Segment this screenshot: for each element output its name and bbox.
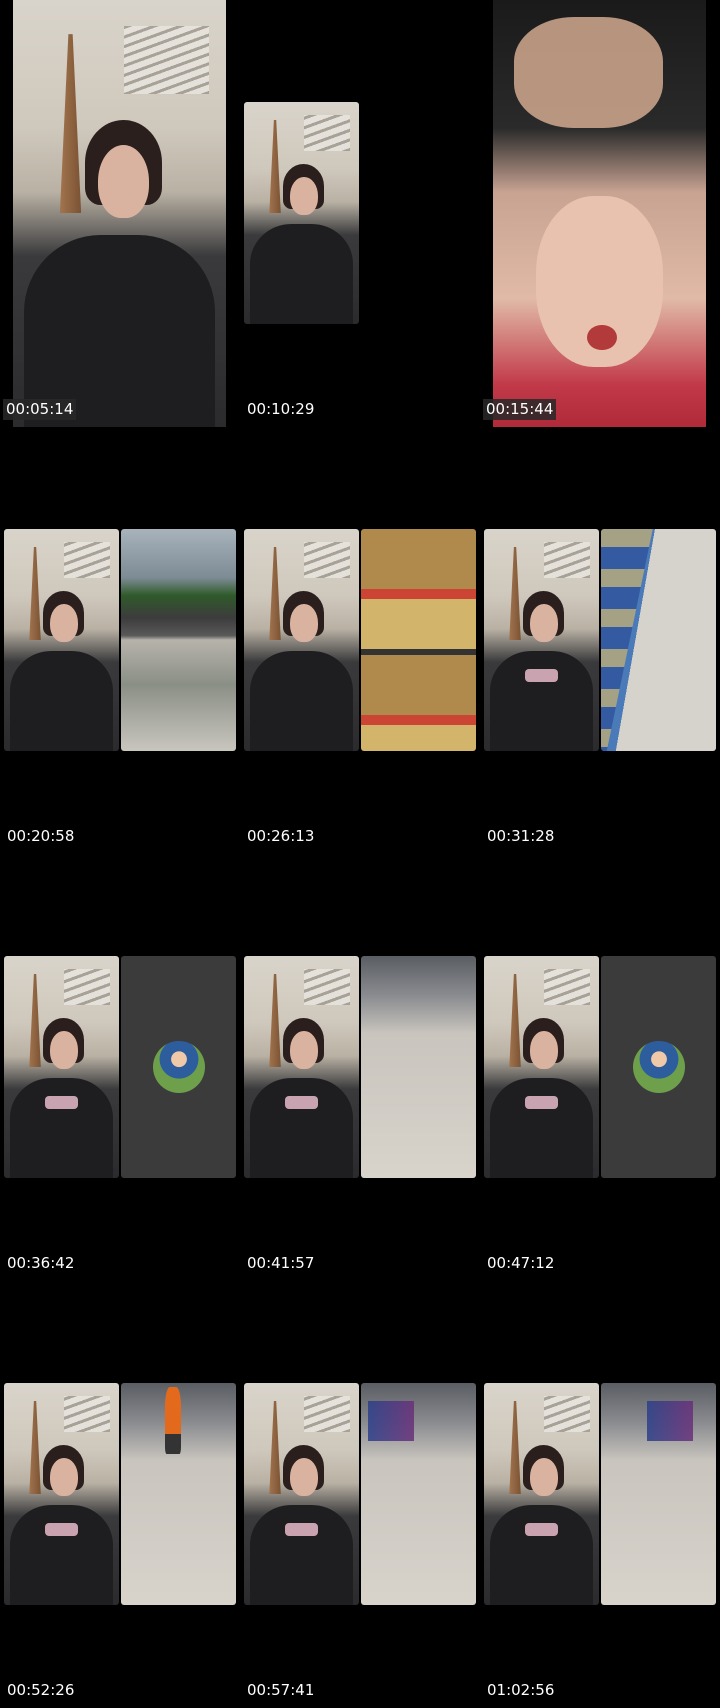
video-thumbnail-secondary[interactable] [121, 1383, 236, 1605]
video-thumbnail-secondary[interactable] [361, 956, 476, 1178]
video-thumbnail-secondary[interactable] [601, 1383, 716, 1605]
video-thumbnail-main[interactable] [4, 529, 119, 751]
video-thumbnail-main[interactable] [484, 1383, 599, 1605]
video-frame-cell[interactable]: 00:05:14 [0, 0, 240, 427]
caller-avatar-icon [632, 1041, 685, 1093]
video-frame-cell[interactable]: 00:57:41 [240, 1281, 480, 1708]
video-frame-cell[interactable]: 00:41:57 [240, 854, 480, 1281]
video-frame-cell[interactable]: 00:31:28 [480, 427, 720, 854]
frame-timestamp: 01:02:56 [487, 1681, 555, 1699]
video-frame-cell[interactable]: 00:10:29 [240, 0, 480, 427]
frame-timestamp: 00:47:12 [487, 1254, 555, 1272]
video-thumbnail-main[interactable] [484, 529, 599, 751]
video-thumbnail[interactable] [493, 0, 706, 427]
video-frame-cell[interactable]: 01:02:56 [480, 1281, 720, 1708]
video-thumbnail-secondary[interactable] [601, 956, 716, 1178]
frame-timestamp: 00:15:44 [483, 399, 557, 420]
video-frame-cell[interactable]: 00:15:44 [480, 0, 720, 427]
video-thumbnail-secondary[interactable] [361, 529, 476, 751]
frame-timestamp: 00:41:57 [247, 1254, 315, 1272]
frame-timestamp: 00:31:28 [487, 827, 555, 845]
video-frame-cell[interactable]: 00:52:26 [0, 1281, 240, 1708]
video-thumbnail[interactable] [244, 102, 359, 324]
frame-timestamp: 00:26:13 [247, 827, 315, 845]
video-frame-cell[interactable]: 00:26:13 [240, 427, 480, 854]
video-thumbnail-main[interactable] [244, 956, 359, 1178]
frame-timestamp: 00:57:41 [247, 1681, 315, 1699]
video-thumbnail[interactable] [13, 0, 226, 427]
frame-timestamp: 00:52:26 [7, 1681, 75, 1699]
video-frame-cell[interactable]: 00:36:42 [0, 854, 240, 1281]
video-thumbnail-secondary[interactable] [601, 529, 716, 751]
frame-timestamp: 00:36:42 [7, 1254, 75, 1272]
video-thumbnail-main[interactable] [244, 529, 359, 751]
video-thumbnail-main[interactable] [484, 956, 599, 1178]
thumbnail-grid: 00:05:14 00:10:29 00:15:44 00:20:58 00:2… [0, 0, 720, 1708]
video-thumbnail-main[interactable] [4, 956, 119, 1178]
video-thumbnail-main[interactable] [244, 1383, 359, 1605]
frame-timestamp: 00:10:29 [247, 400, 315, 418]
caller-avatar-icon [152, 1041, 205, 1093]
frame-timestamp: 00:05:14 [3, 399, 77, 420]
video-thumbnail-secondary[interactable] [121, 956, 236, 1178]
video-thumbnail-secondary[interactable] [361, 1383, 476, 1605]
video-frame-cell[interactable]: 00:20:58 [0, 427, 240, 854]
video-thumbnail-secondary[interactable] [121, 529, 236, 751]
frame-timestamp: 00:20:58 [7, 827, 75, 845]
video-thumbnail-main[interactable] [4, 1383, 119, 1605]
video-frame-cell[interactable]: 00:47:12 [480, 854, 720, 1281]
